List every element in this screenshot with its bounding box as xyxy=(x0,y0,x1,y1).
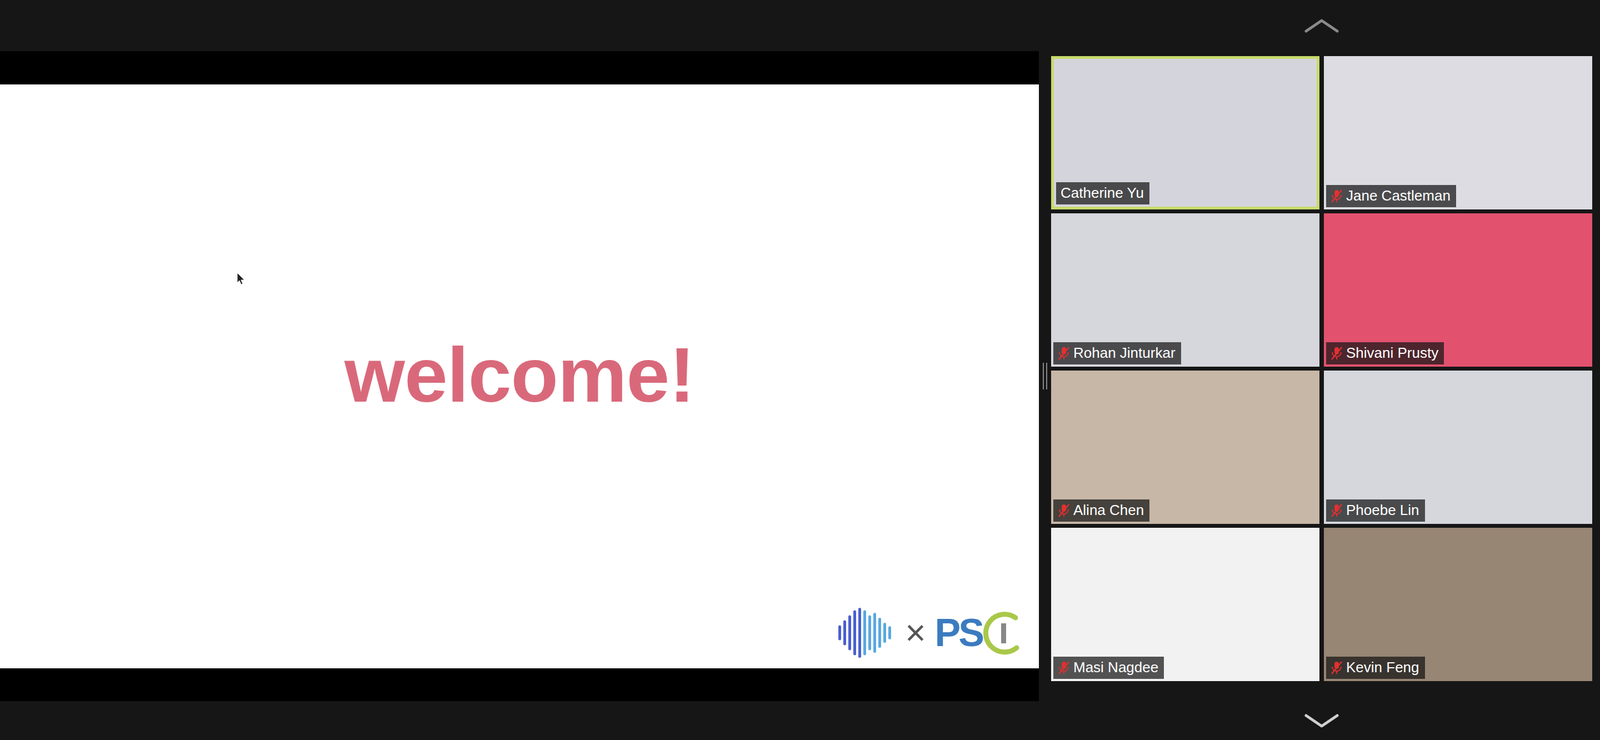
participant-name: Catherine Yu xyxy=(1060,184,1144,202)
ring-logo-icon xyxy=(982,607,1027,658)
name-label: Rohan Jinturkar xyxy=(1053,342,1182,365)
panel-splitter[interactable] xyxy=(1038,51,1052,702)
bottom-bar xyxy=(0,701,1600,740)
mouse-cursor-icon xyxy=(236,272,246,286)
participant-tile[interactable]: Jane Castleman xyxy=(1323,56,1593,210)
participant-tile[interactable]: Alina Chen xyxy=(1051,370,1320,524)
muted-mic-icon xyxy=(1057,503,1070,518)
participant-name: Rohan Jinturkar xyxy=(1073,344,1176,362)
top-bar xyxy=(0,0,1600,52)
participant-name: Shivani Prusty xyxy=(1346,344,1439,362)
participant-name: Masi Nagdee xyxy=(1073,658,1159,677)
gallery-scroll-down[interactable] xyxy=(1051,701,1600,740)
meeting-area: welcome! ×PS Catherine Yu Jane Castleman Roh… xyxy=(0,51,1600,702)
muted-mic-icon xyxy=(1330,188,1343,204)
name-label: Shivani Prusty xyxy=(1326,342,1444,365)
bottom-bar-spacer xyxy=(0,701,1052,740)
participant-tile[interactable]: Phoebe Lin xyxy=(1323,370,1593,524)
muted-mic-icon xyxy=(1330,660,1343,675)
gallery-scroll-up[interactable] xyxy=(1051,0,1600,52)
participant-tile[interactable]: Masi Nagdee xyxy=(1051,527,1320,682)
gallery: Catherine Yu Jane Castleman Rohan Jinturka… xyxy=(1051,51,1600,702)
shared-screen: welcome! ×PS xyxy=(0,51,1039,702)
top-bar-spacer xyxy=(0,0,1052,52)
soundwave-logo-icon xyxy=(836,605,897,661)
logo-letters: PS xyxy=(935,613,983,653)
participant-tile[interactable]: Rohan Jinturkar xyxy=(1051,213,1320,367)
muted-mic-icon xyxy=(1330,503,1343,518)
logo-times: × xyxy=(905,615,926,651)
chevron-down-icon[interactable] xyxy=(1303,712,1340,729)
logo-mark: PS xyxy=(935,607,1027,658)
name-label: Jane Castleman xyxy=(1326,185,1457,208)
muted-mic-icon xyxy=(1057,346,1070,361)
slide: welcome! ×PS xyxy=(0,84,1039,669)
participant-tile[interactable]: Kevin Feng xyxy=(1323,527,1593,682)
splitter-handle[interactable] xyxy=(1042,362,1048,390)
name-label: Alina Chen xyxy=(1053,499,1150,522)
participant-name: Jane Castleman xyxy=(1346,187,1451,205)
muted-mic-icon xyxy=(1330,346,1343,361)
participant-name: Phoebe Lin xyxy=(1346,501,1420,519)
chevron-up-icon[interactable] xyxy=(1303,17,1340,34)
muted-mic-icon xyxy=(1057,660,1070,675)
participant-name: Alina Chen xyxy=(1073,501,1144,519)
name-label: Phoebe Lin xyxy=(1326,499,1425,522)
participant-tile[interactable]: Shivani Prusty xyxy=(1323,213,1593,367)
participant-tile[interactable]: Catherine Yu xyxy=(1051,56,1320,210)
name-label: Kevin Feng xyxy=(1326,656,1425,679)
name-label: Masi Nagdee xyxy=(1053,656,1164,679)
slide-logo: ×PS xyxy=(836,605,1027,661)
participant-name: Kevin Feng xyxy=(1346,658,1420,677)
name-label: Catherine Yu xyxy=(1056,182,1150,205)
slide-heading: welcome! xyxy=(344,330,695,420)
